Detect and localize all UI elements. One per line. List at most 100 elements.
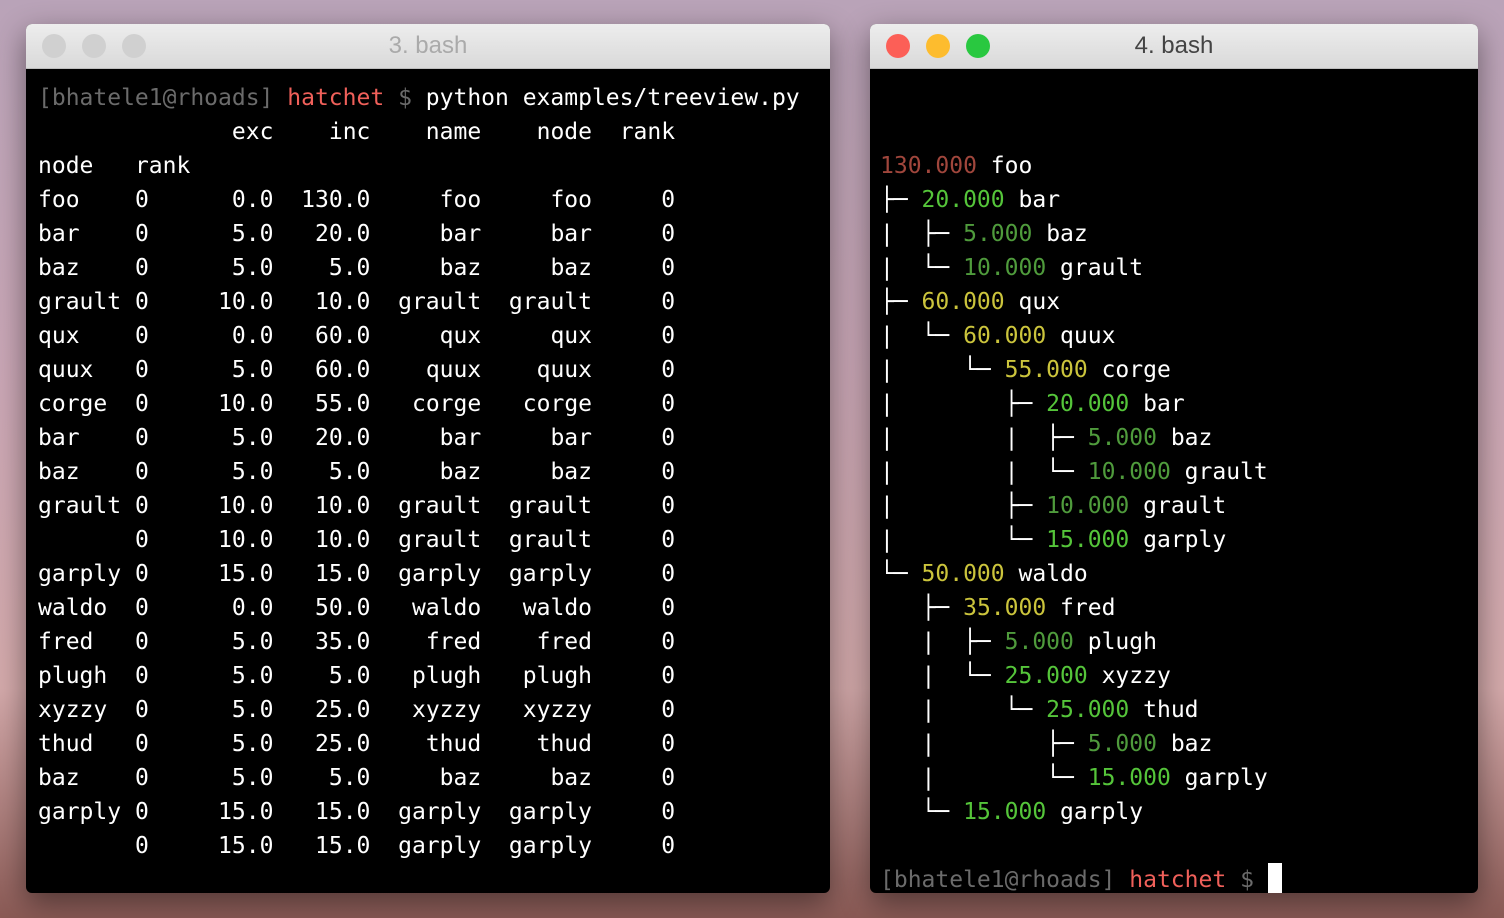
terminal-window-4[interactable]: 4. bash 130.000 foo ├─ 20.000 bar | ├─ 5.0… [870,24,1478,893]
cell: 0 [134,493,149,519]
tree-branch: | ├─ [880,629,1005,655]
table-row: thud 0 5.0 25.0 thud thud 0 [38,727,800,761]
cell: 0 [134,731,149,757]
cell: 5.0 [328,255,371,281]
node-name: baz [1046,221,1088,247]
tree-node: ├─ 35.000 fred [880,591,1282,625]
node-name: xyzzy [1101,663,1171,689]
node-name: garply [1060,799,1144,825]
table-row: grault 0 10.0 10.0 grault grault 0 [38,285,800,319]
prompt-dir: hatchet [1129,867,1227,893]
cell: 50.0 [315,595,371,621]
tree-branch: ├─ [880,187,922,213]
cell: fred [38,629,94,655]
cell: waldo [38,595,108,621]
terminal-output[interactable]: 130.000 foo ├─ 20.000 bar | ├─ 5.000 baz | … [880,81,1282,893]
cell: garply [38,561,122,587]
tree-branch: | └─ [880,527,1047,553]
node-name: qux [1018,289,1061,315]
title-bar[interactable]: 3. bash [26,24,830,69]
node-name: baz [1170,425,1213,451]
tree-node: | ├─ 10.000 grault [880,489,1282,523]
tree-branch: ├─ [880,595,964,621]
cell: grault [38,289,122,315]
cell: 5.0 [231,255,274,281]
cell: qux [38,323,80,349]
cell: thud [425,731,482,757]
cell: 0.0 [231,595,274,621]
tree-branch: | └─ [880,697,1047,723]
cell: garply [508,561,592,587]
cell: garply [508,799,592,825]
table-row: corge 0 10.0 55.0 corge corge 0 [38,387,800,421]
cell: garply [508,833,592,859]
tree-node: | └─ 25.000 thud [880,693,1282,727]
node-value: 15.000 [1046,527,1130,553]
cell: quux [536,357,592,383]
cell: 5.0 [231,731,274,757]
prompt-line: [bhatele1@rhoads] hatchet $ [880,863,1282,893]
cell: 0 [134,663,149,689]
node-value: 35.000 [963,595,1047,621]
node-value: 15.000 [1087,765,1171,791]
node-value: 20.000 [921,187,1005,213]
cell: grault [398,289,482,315]
cell: 0 [661,255,676,281]
cell: inc [328,119,371,145]
terminal-window-3[interactable]: 3. bash [bhatele1@rhoads] hatchet $ pyth… [26,24,830,893]
cell: grault [398,493,482,519]
table-row: foo 0 0.0 130.0 foo foo 0 [38,183,800,217]
cell: 0 [134,255,149,281]
prompt-user: [bhatele1@rhoads] [38,85,274,111]
cell: 10.0 [315,289,371,315]
table-row: garply 0 15.0 15.0 garply garply 0 [38,795,800,829]
prompt-symbol: $ [398,85,412,111]
cell: grault [508,289,592,315]
cell: 0 [661,289,676,315]
cell: quux [38,357,94,383]
cell: 20.0 [315,425,371,451]
node-name: corge [1101,357,1171,383]
cell: quux [425,357,482,383]
cell: 35.0 [315,629,371,655]
tree-node: | ├─ 5.000 plugh [880,625,1282,659]
node-value: 25.000 [1004,663,1088,689]
cell: 0 [661,221,676,247]
table-row: baz 0 5.0 5.0 baz baz 0 [38,251,800,285]
prompt-symbol: $ [1240,867,1254,893]
command: python examples/treeview.py [425,85,800,111]
cell: 0 [661,425,676,451]
tree-branch: | └─ [880,765,1088,791]
node-name: grault [1184,459,1268,485]
cell: grault [398,527,482,553]
node-name: garply [1143,527,1227,553]
node-name: baz [1170,731,1213,757]
cell: plugh [411,663,482,689]
cell: plugh [38,663,108,689]
tree-node: | └─ 55.000 corge [880,353,1282,387]
tree-branch: | ├─ [880,221,964,247]
terminal-output[interactable]: [bhatele1@rhoads] hatchet $ python examp… [38,81,800,863]
cell: 5.0 [328,663,371,689]
tree-node: | └─ 25.000 xyzzy [880,659,1282,693]
tree-branch: | ├─ [880,493,1047,519]
cell: 15.0 [315,799,371,825]
table-row: grault 0 10.0 10.0 grault grault 0 [38,489,800,523]
cell: 0 [134,357,149,383]
index-header: rank [134,153,191,179]
title-bar[interactable]: 4. bash [870,24,1478,69]
cell: 15.0 [218,561,274,587]
node-value: 5.000 [1004,629,1074,655]
cell: bar [439,221,482,247]
table-row: fred 0 5.0 35.0 fred fred 0 [38,625,800,659]
cell: 55.0 [315,391,371,417]
node-value: 15.000 [963,799,1047,825]
cell: 60.0 [315,357,371,383]
node-value: 5.000 [1087,731,1157,757]
column-header-row: exc inc name node rank [38,115,800,149]
cell: 0 [134,459,149,485]
cell: name [425,119,482,145]
cell: waldo [411,595,482,621]
cell: 5.0 [328,765,371,791]
